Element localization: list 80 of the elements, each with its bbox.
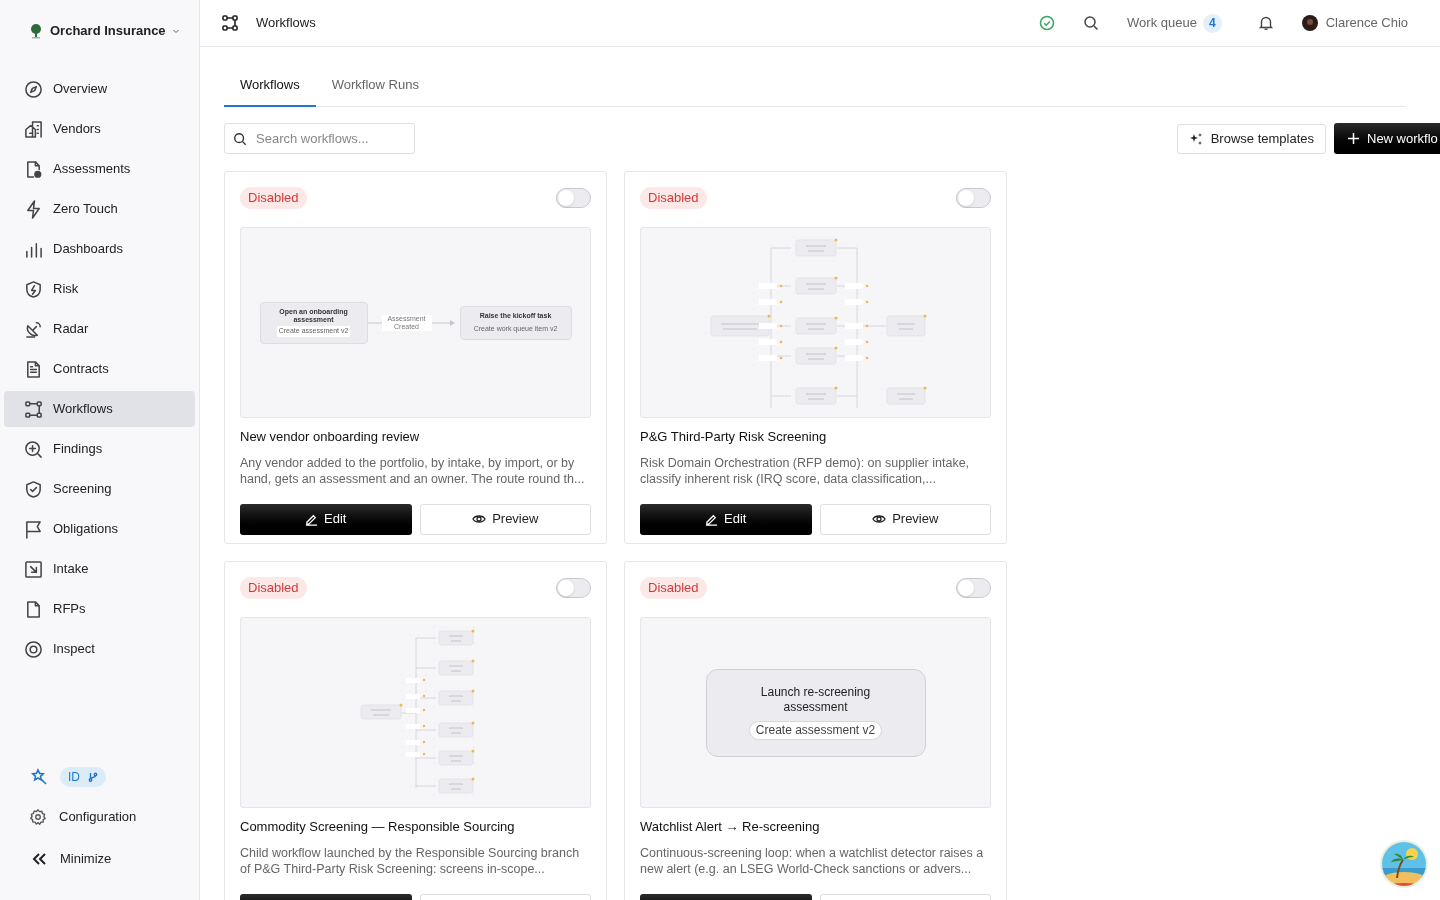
shield-check-icon (24, 479, 43, 499)
buildings-icon (24, 119, 43, 139)
tab[interactable]: Workflows (224, 64, 316, 107)
plus-icon (1348, 133, 1359, 144)
edit-button[interactable]: Edit (640, 503, 812, 535)
edit-button[interactable]: Edit (240, 503, 412, 535)
workflow-description: Risk Domain Orchestration (RFP demo): on supplier intake, classify inherent risk (IRQ score, data classification,... (640, 454, 971, 487)
search-icon[interactable] (1083, 15, 1100, 31)
bell-icon[interactable] (1257, 15, 1274, 31)
nav-item[interactable]: Radar (4, 311, 195, 347)
compass-icon (24, 79, 43, 99)
pencil-icon (305, 512, 319, 526)
check-circle-icon (1039, 15, 1056, 31)
node-title: Launch re-screening assessment (759, 685, 872, 715)
nav-item[interactable]: Intake (4, 551, 195, 587)
document-icon (24, 359, 43, 379)
nav-item[interactable]: Dashboards (4, 231, 195, 267)
toggle-switch[interactable] (956, 578, 991, 598)
satellite-dish-icon (24, 319, 43, 339)
nav-item[interactable]: Zero Touch (4, 191, 195, 227)
workflow-title: Commodity Screening — Responsible Sourcing (240, 818, 516, 836)
settings-icon (29, 808, 47, 826)
organization-switcher[interactable]: Orchard Insurance (50, 21, 180, 41)
status-badge: Disabled (640, 187, 707, 209)
preview-button[interactable]: Preview (819, 503, 991, 535)
workflow-description: Continuous-screening loop: when a watchlist detector raises a new alert (e.g. an LSEG World-Check sanctions or advers... (640, 844, 985, 877)
chevrons-left-icon (30, 852, 48, 866)
nav-item[interactable]: Assessments (4, 151, 195, 187)
tree-logo-icon (30, 23, 42, 39)
workflow-preview[interactable] (640, 227, 991, 418)
status-badge: Disabled (240, 187, 307, 209)
tab[interactable]: Workflow Runs (315, 64, 435, 107)
arrow-icon (431, 319, 456, 326)
nav-item[interactable]: Obligations (4, 511, 195, 547)
minimize-link[interactable]: Minimize (0, 838, 199, 880)
nav-item[interactable]: Screening (4, 471, 195, 507)
nav-item[interactable]: Inspect (4, 631, 195, 667)
configuration-link[interactable]: Configuration (0, 796, 199, 838)
workflow-preview[interactable] (240, 617, 591, 808)
work-queue-button[interactable]: Work queue 4 (1127, 13, 1222, 33)
pencil-icon (705, 512, 719, 526)
chevron-down-icon (171, 27, 180, 35)
nav-item[interactable]: Workflows (4, 391, 195, 427)
count-badge: 4 (1202, 13, 1222, 33)
environment-badge[interactable]: ID (60, 767, 106, 787)
toggle-switch[interactable] (556, 188, 591, 208)
toggle-switch[interactable] (956, 188, 991, 208)
workflow-title: Watchlist Alert → Re-screening (640, 818, 821, 836)
user-name[interactable]: Clarence Chio (1325, 13, 1408, 33)
file-icon (24, 599, 43, 619)
lightning-icon (24, 199, 43, 219)
shield-icon (24, 279, 43, 299)
branch-icon (88, 772, 98, 782)
magic-wand-icon[interactable] (30, 768, 48, 786)
workflow-preview[interactable]: Launch re-screening assessment Create assessment v2 (640, 617, 991, 808)
search-field[interactable]: Search workflows... (224, 123, 415, 154)
avatar[interactable] (1301, 15, 1318, 31)
connector-line (367, 320, 382, 325)
workflow-title: P&G Third-Party Risk Screening (640, 428, 828, 446)
status-badge: Disabled (640, 577, 707, 599)
workflow-title: New vendor onboarding review (240, 428, 421, 446)
node-subtitle: Create assessment v2 (748, 721, 883, 740)
new-workflow-button[interactable]: New workflo (1334, 123, 1440, 154)
status-badge: Disabled (240, 577, 307, 599)
nav-item[interactable]: Findings (4, 431, 195, 467)
workflow-icon (24, 399, 43, 419)
nav-item[interactable]: Overview (4, 71, 195, 107)
workflow-description: Child workflow launched by the Responsible Sourcing branch of P&G Third-Party Risk Screening: screens in-scope... (240, 844, 581, 877)
flag-icon (24, 519, 43, 539)
preview-button[interactable]: Preview (419, 503, 591, 535)
toggle-switch[interactable] (556, 578, 591, 598)
workflow-description: Any vendor added to the portfolio, by intake, by import, or by hand, gets an assessment and an owner. The route round th... (240, 454, 586, 487)
nav-item[interactable]: Contracts (4, 351, 195, 387)
nav-item[interactable]: RFPs (4, 591, 195, 627)
nav-item[interactable]: Vendors (4, 111, 195, 147)
browse-templates-button[interactable]: Browse templates (1176, 123, 1326, 154)
nav-item[interactable]: Risk (4, 271, 195, 307)
workflow-icon (222, 15, 238, 31)
page-title: Workflows (256, 14, 316, 33)
search-icon (233, 132, 247, 146)
